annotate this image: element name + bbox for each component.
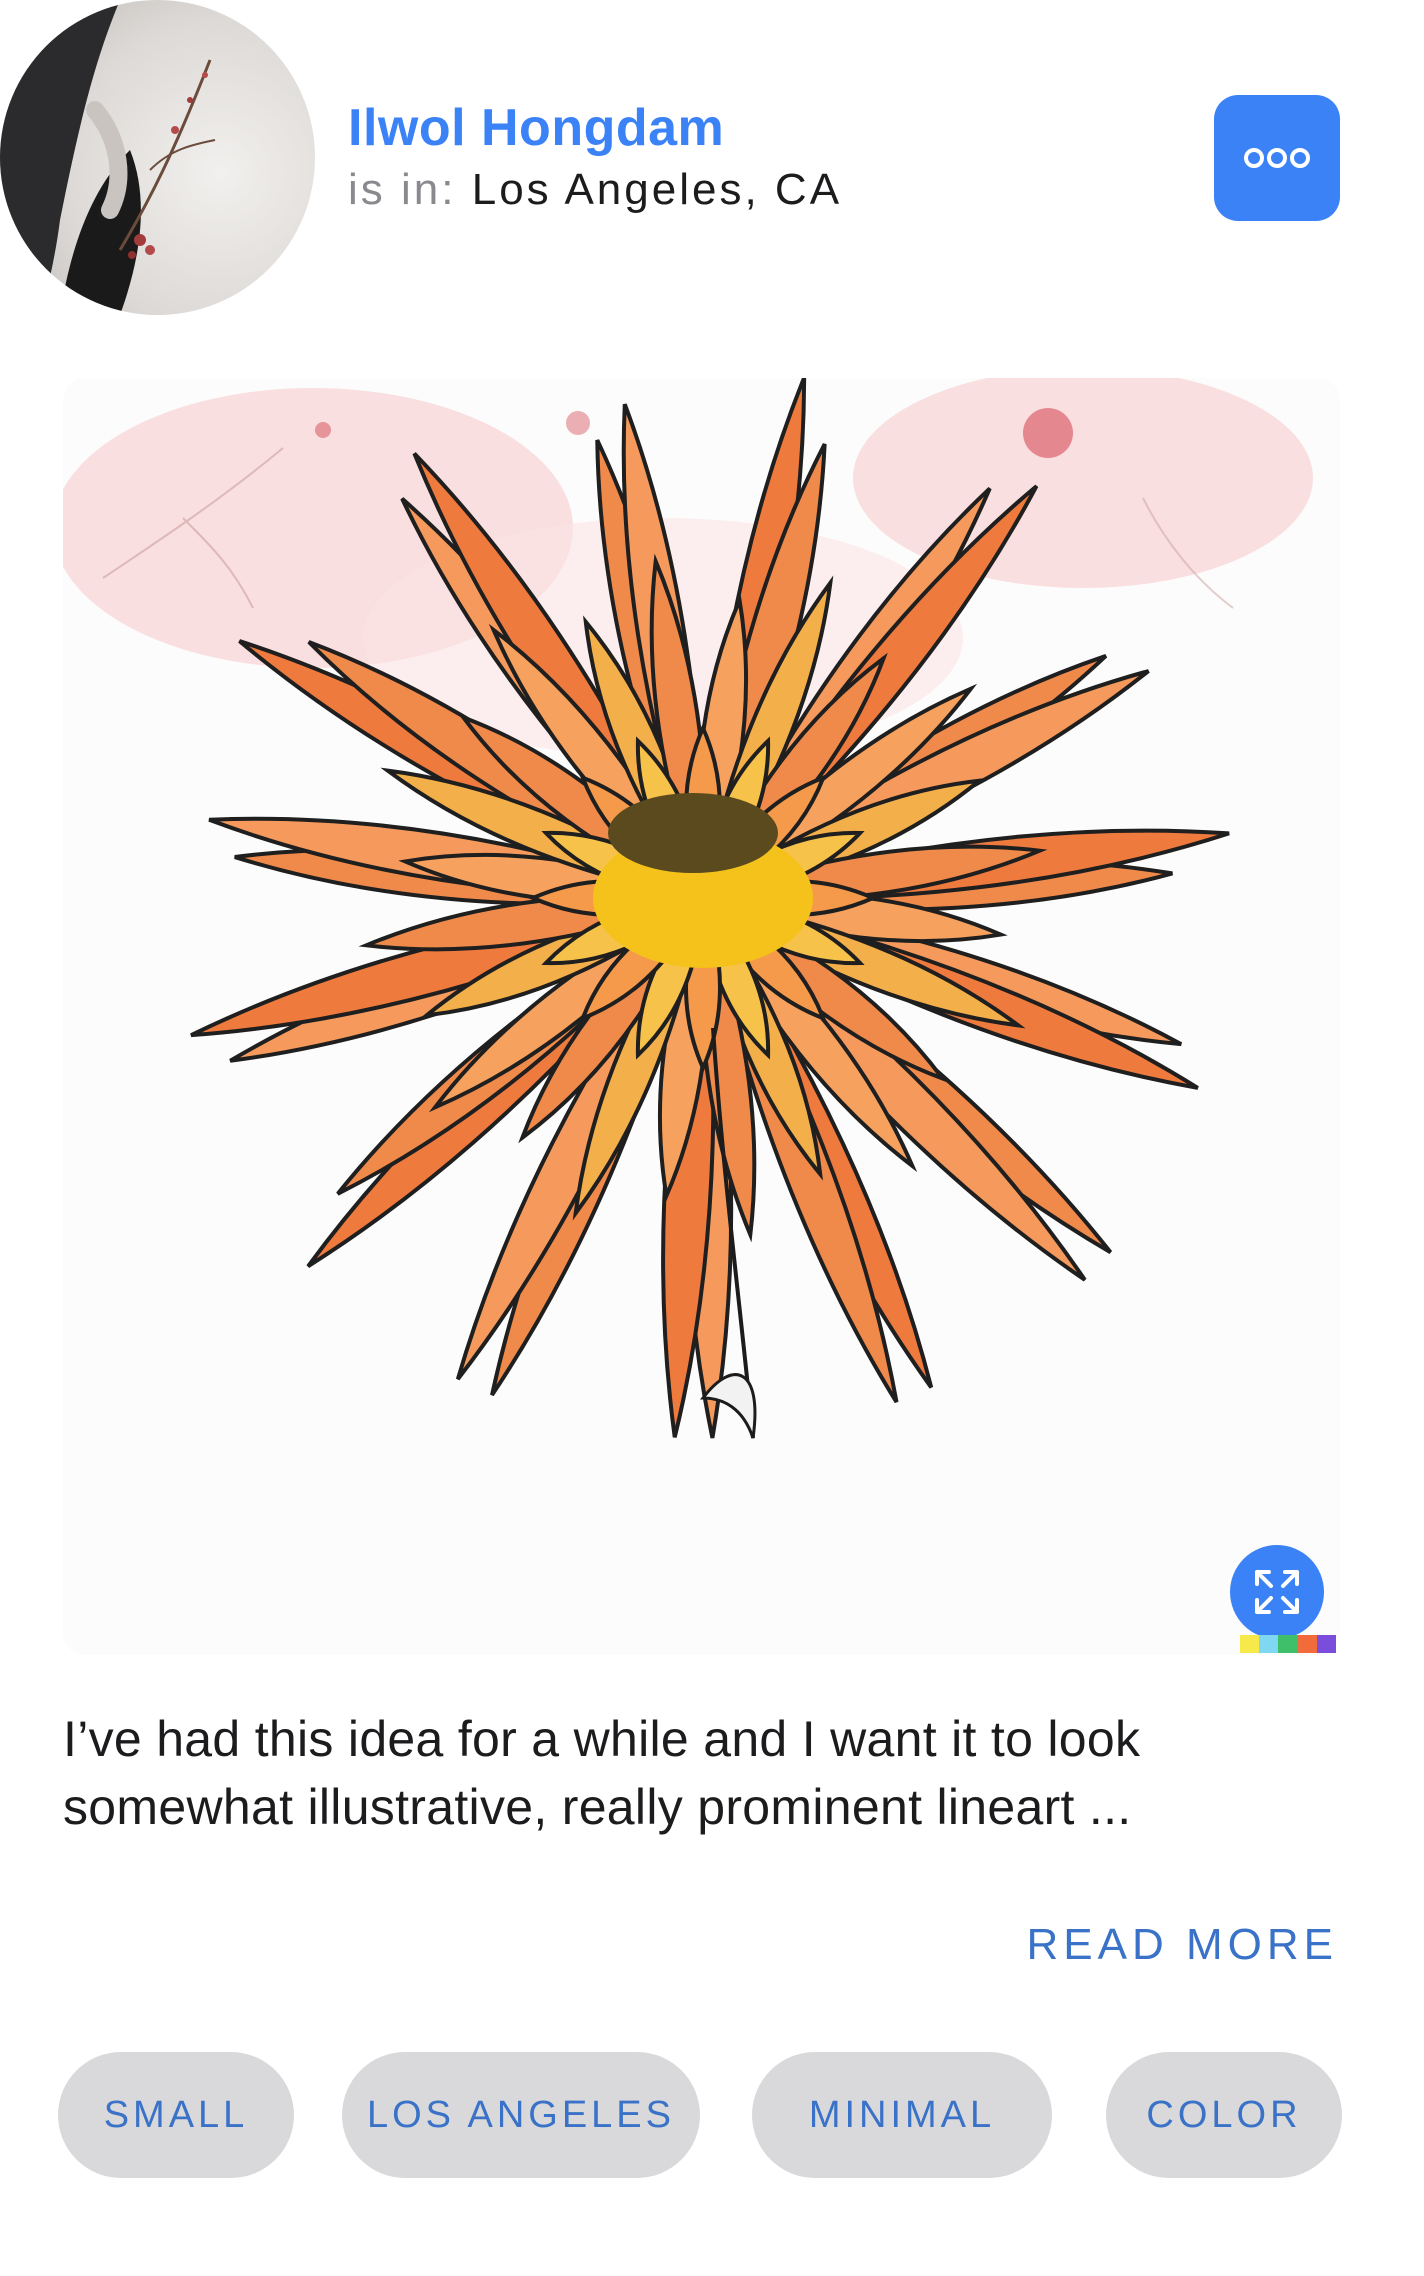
more-options-icon — [1244, 148, 1310, 168]
caption-line-1: I’ve had this idea for a while and I wan… — [63, 1711, 1141, 1767]
avatar-photo — [0, 0, 216, 315]
tag-small[interactable]: SMALL — [58, 2052, 294, 2178]
color-palette-strip — [1240, 1635, 1337, 1653]
tattoo-artwork-image[interactable] — [63, 378, 1340, 1655]
tag-list: SMALL LOS ANGELES MINIMAL COLOR — [58, 2052, 1348, 2180]
palette-swatch — [1297, 1635, 1317, 1653]
palette-swatch — [1278, 1635, 1298, 1653]
palette-swatch — [1240, 1635, 1260, 1653]
tag-minimal[interactable]: MINIMAL — [752, 2052, 1052, 2178]
read-more-link[interactable]: READ MORE — [1027, 1920, 1338, 1970]
post-caption: I’ve had this idea for a while and I wan… — [63, 1705, 1353, 1841]
more-options-button[interactable] — [1214, 95, 1340, 221]
chrysanthemum-illustration — [63, 378, 1313, 1439]
expand-icon — [1255, 1570, 1299, 1614]
palette-swatch — [1316, 1635, 1337, 1653]
expand-button[interactable] — [1230, 1545, 1324, 1639]
user-name[interactable]: Ilwol Hongdam — [348, 98, 724, 158]
tag-los-angeles[interactable]: LOS ANGELES — [342, 2052, 700, 2178]
location-prefix: is in: — [348, 165, 457, 214]
palette-swatch — [1259, 1635, 1279, 1653]
avatar[interactable] — [0, 0, 315, 315]
location-city: Los Angeles, CA — [471, 165, 843, 214]
user-location: is in: Los Angeles, CA — [348, 165, 842, 215]
caption-line-2: somewhat illustrative, really prominent … — [63, 1779, 1132, 1835]
tag-color[interactable]: COLOR — [1106, 2052, 1342, 2178]
